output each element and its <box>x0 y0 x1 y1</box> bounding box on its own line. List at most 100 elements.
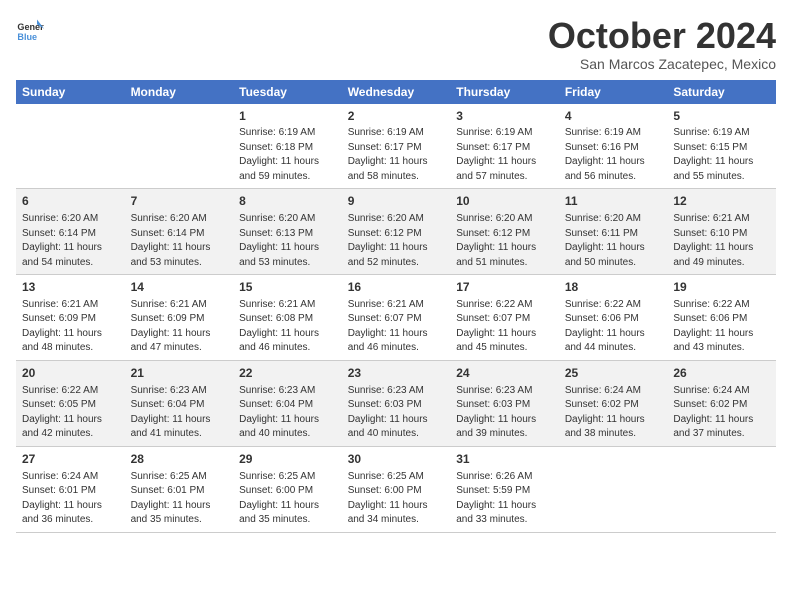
calendar-cell: 15 Sunrise: 6:21 AMSunset: 6:08 PMDayligh… <box>233 275 342 361</box>
calendar-cell: 21 Sunrise: 6:23 AMSunset: 6:04 PMDayligh… <box>125 360 234 446</box>
day-number: 26 <box>673 365 770 382</box>
day-info: Sunrise: 6:20 AMSunset: 6:14 PMDaylight:… <box>22 212 119 270</box>
day-number: 8 <box>239 193 336 210</box>
calendar-cell: 29 Sunrise: 6:25 AMSunset: 6:00 PMDayligh… <box>233 446 342 532</box>
calendar-cell: 11 Sunrise: 6:20 AMSunset: 6:11 PMDayligh… <box>559 189 668 275</box>
day-info: Sunrise: 6:21 AMSunset: 6:08 PMDaylight:… <box>239 298 336 356</box>
day-number: 3 <box>456 108 553 125</box>
day-info: Sunrise: 6:25 AMSunset: 6:01 PMDaylight:… <box>131 470 228 528</box>
calendar-cell: 22Sunrise: 6:23 AMSunset: 6:04 PMDayligh… <box>233 360 342 446</box>
calendar-cell: 26Sunrise: 6:24 AMSunset: 6:02 PMDayligh… <box>667 360 776 446</box>
calendar-cell: 16Sunrise: 6:21 AMSunset: 6:07 PMDayligh… <box>342 275 451 361</box>
day-number: 29 <box>239 451 336 468</box>
weekday-header-cell: Sunday <box>16 80 125 104</box>
calendar-cell: 2Sunrise: 6:19 AMSunset: 6:17 PMDaylight… <box>342 104 451 189</box>
day-number: 15 <box>239 279 336 296</box>
calendar-week-row: 13 Sunrise: 6:21 AMSunset: 6:09 PMDayligh… <box>16 275 776 361</box>
weekday-header-row: SundayMondayTuesdayWednesdayThursdayFrid… <box>16 80 776 104</box>
day-number: 18 <box>565 279 662 296</box>
day-number: 7 <box>131 193 228 210</box>
day-number: 27 <box>22 451 119 468</box>
day-info: Sunrise: 6:19 AMSunset: 6:18 PMDaylight:… <box>239 126 336 184</box>
day-info: Sunrise: 6:22 AMSunset: 6:06 PMDaylight:… <box>565 298 662 356</box>
page-header: General Blue October 2024 San Marcos Zac… <box>16 16 776 72</box>
weekday-header-cell: Wednesday <box>342 80 451 104</box>
weekday-header-cell: Friday <box>559 80 668 104</box>
day-info: Sunrise: 6:19 AMSunset: 6:16 PMDaylight:… <box>565 126 662 184</box>
calendar-cell: 31 Sunrise: 6:26 AMSunset: 5:59 PMDayligh… <box>450 446 559 532</box>
day-number: 31 <box>456 451 553 468</box>
month-title: October 2024 <box>548 16 776 56</box>
day-number: 21 <box>131 365 228 382</box>
day-info: Sunrise: 6:21 AMSunset: 6:09 PMDaylight:… <box>22 298 119 356</box>
day-number: 22 <box>239 365 336 382</box>
day-info: Sunrise: 6:23 AMSunset: 6:04 PMDaylight:… <box>131 384 228 442</box>
calendar-cell: 20 Sunrise: 6:22 AMSunset: 6:05 PMDayligh… <box>16 360 125 446</box>
day-info: Sunrise: 6:22 AMSunset: 6:05 PMDaylight:… <box>22 384 119 442</box>
logo: General Blue <box>16 16 44 44</box>
day-info: Sunrise: 6:22 AMSunset: 6:06 PMDaylight:… <box>673 298 770 356</box>
calendar-cell: 6 Sunrise: 6:20 AMSunset: 6:14 PMDaylight… <box>16 189 125 275</box>
day-number: 28 <box>131 451 228 468</box>
weekday-header-cell: Monday <box>125 80 234 104</box>
calendar-cell <box>125 104 234 189</box>
day-info: Sunrise: 6:21 AMSunset: 6:09 PMDaylight:… <box>131 298 228 356</box>
day-info: Sunrise: 6:23 AMSunset: 6:03 PMDaylight:… <box>456 384 553 442</box>
day-number: 25 <box>565 365 662 382</box>
day-info: Sunrise: 6:19 AMSunset: 6:17 PMDaylight:… <box>348 126 445 184</box>
day-number: 11 <box>565 193 662 210</box>
calendar-cell: 14Sunrise: 6:21 AMSunset: 6:09 PMDayligh… <box>125 275 234 361</box>
day-number: 1 <box>239 108 336 125</box>
day-info: Sunrise: 6:20 AMSunset: 6:12 PMDaylight:… <box>456 212 553 270</box>
calendar-week-row: 20 Sunrise: 6:22 AMSunset: 6:05 PMDayligh… <box>16 360 776 446</box>
calendar-week-row: 6 Sunrise: 6:20 AMSunset: 6:14 PMDaylight… <box>16 189 776 275</box>
calendar-cell: 12 Sunrise: 6:21 AMSunset: 6:10 PMDayligh… <box>667 189 776 275</box>
day-info: Sunrise: 6:21 AMSunset: 6:10 PMDaylight:… <box>673 212 770 270</box>
day-number: 4 <box>565 108 662 125</box>
calendar-table: SundayMondayTuesdayWednesdayThursdayFrid… <box>16 80 776 533</box>
calendar-week-row: 1Sunrise: 6:19 AMSunset: 6:18 PMDaylight… <box>16 104 776 189</box>
day-number: 10 <box>456 193 553 210</box>
location: San Marcos Zacatepec, Mexico <box>548 56 776 72</box>
day-info: Sunrise: 6:21 AMSunset: 6:07 PMDaylight:… <box>348 298 445 356</box>
day-info: Sunrise: 6:25 AMSunset: 6:00 PMDaylight:… <box>239 470 336 528</box>
calendar-cell: 10 Sunrise: 6:20 AMSunset: 6:12 PMDayligh… <box>450 189 559 275</box>
day-info: Sunrise: 6:26 AMSunset: 5:59 PMDaylight:… <box>456 470 553 528</box>
day-number: 12 <box>673 193 770 210</box>
day-number: 9 <box>348 193 445 210</box>
day-info: Sunrise: 6:20 AMSunset: 6:12 PMDaylight:… <box>348 212 445 270</box>
calendar-cell: 4Sunrise: 6:19 AMSunset: 6:16 PMDaylight… <box>559 104 668 189</box>
day-info: Sunrise: 6:24 AMSunset: 6:01 PMDaylight:… <box>22 470 119 528</box>
calendar-cell: 13 Sunrise: 6:21 AMSunset: 6:09 PMDayligh… <box>16 275 125 361</box>
day-info: Sunrise: 6:25 AMSunset: 6:00 PMDaylight:… <box>348 470 445 528</box>
day-number: 13 <box>22 279 119 296</box>
calendar-week-row: 27 Sunrise: 6:24 AMSunset: 6:01 PMDayligh… <box>16 446 776 532</box>
day-info: Sunrise: 6:19 AMSunset: 6:15 PMDaylight:… <box>673 126 770 184</box>
day-number: 19 <box>673 279 770 296</box>
day-number: 2 <box>348 108 445 125</box>
calendar-cell: 17 Sunrise: 6:22 AMSunset: 6:07 PMDayligh… <box>450 275 559 361</box>
day-number: 6 <box>22 193 119 210</box>
day-info: Sunrise: 6:22 AMSunset: 6:07 PMDaylight:… <box>456 298 553 356</box>
day-info: Sunrise: 6:24 AMSunset: 6:02 PMDaylight:… <box>565 384 662 442</box>
calendar-cell: 5Sunrise: 6:19 AMSunset: 6:15 PMDaylight… <box>667 104 776 189</box>
day-info: Sunrise: 6:20 AMSunset: 6:11 PMDaylight:… <box>565 212 662 270</box>
weekday-header-cell: Thursday <box>450 80 559 104</box>
day-number: 17 <box>456 279 553 296</box>
title-block: October 2024 San Marcos Zacatepec, Mexic… <box>548 16 776 72</box>
calendar-cell: 30Sunrise: 6:25 AMSunset: 6:00 PMDayligh… <box>342 446 451 532</box>
calendar-cell: 27 Sunrise: 6:24 AMSunset: 6:01 PMDayligh… <box>16 446 125 532</box>
day-number: 23 <box>348 365 445 382</box>
weekday-header-cell: Saturday <box>667 80 776 104</box>
calendar-cell: 3Sunrise: 6:19 AMSunset: 6:17 PMDaylight… <box>450 104 559 189</box>
calendar-cell: 7Sunrise: 6:20 AMSunset: 6:14 PMDaylight… <box>125 189 234 275</box>
logo-icon: General Blue <box>16 16 44 44</box>
calendar-cell <box>559 446 668 532</box>
calendar-cell: 18 Sunrise: 6:22 AMSunset: 6:06 PMDayligh… <box>559 275 668 361</box>
day-number: 20 <box>22 365 119 382</box>
svg-text:Blue: Blue <box>17 32 37 42</box>
day-number: 24 <box>456 365 553 382</box>
calendar-cell: 8Sunrise: 6:20 AMSunset: 6:13 PMDaylight… <box>233 189 342 275</box>
day-info: Sunrise: 6:23 AMSunset: 6:03 PMDaylight:… <box>348 384 445 442</box>
calendar-cell: 25 Sunrise: 6:24 AMSunset: 6:02 PMDayligh… <box>559 360 668 446</box>
